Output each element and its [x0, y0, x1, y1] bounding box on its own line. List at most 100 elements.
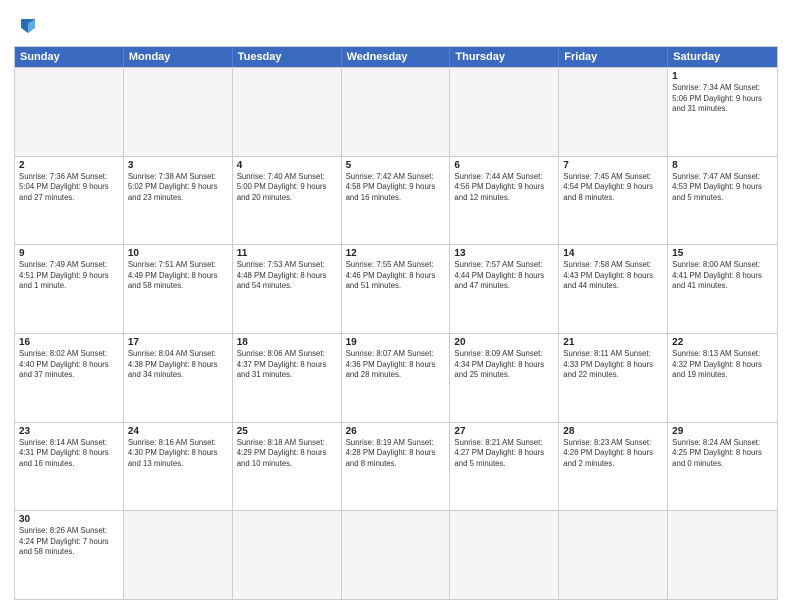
calendar-cell: 26Sunrise: 8:19 AM Sunset: 4:28 PM Dayli… — [342, 423, 451, 511]
day-number: 16 — [19, 337, 119, 348]
day-number: 17 — [128, 337, 228, 348]
weekday-header-monday: Monday — [124, 47, 233, 67]
calendar-cell: 20Sunrise: 8:09 AM Sunset: 4:34 PM Dayli… — [450, 334, 559, 422]
day-info: Sunrise: 7:57 AM Sunset: 4:44 PM Dayligh… — [454, 260, 554, 292]
day-info: Sunrise: 8:26 AM Sunset: 4:24 PM Dayligh… — [19, 526, 119, 558]
day-number: 15 — [672, 248, 773, 259]
calendar-week-3: 9Sunrise: 7:49 AM Sunset: 4:51 PM Daylig… — [15, 244, 777, 333]
day-number: 5 — [346, 160, 446, 171]
day-info: Sunrise: 8:04 AM Sunset: 4:38 PM Dayligh… — [128, 349, 228, 381]
day-info: Sunrise: 7:36 AM Sunset: 5:04 PM Dayligh… — [19, 172, 119, 204]
day-number: 1 — [672, 71, 773, 82]
calendar-week-2: 2Sunrise: 7:36 AM Sunset: 5:04 PM Daylig… — [15, 156, 777, 245]
calendar-cell: 28Sunrise: 8:23 AM Sunset: 4:26 PM Dayli… — [559, 423, 668, 511]
calendar-cell: 27Sunrise: 8:21 AM Sunset: 4:27 PM Dayli… — [450, 423, 559, 511]
day-number: 27 — [454, 426, 554, 437]
weekday-header-thursday: Thursday — [450, 47, 559, 67]
day-number: 4 — [237, 160, 337, 171]
day-number: 12 — [346, 248, 446, 259]
calendar-cell: 11Sunrise: 7:53 AM Sunset: 4:48 PM Dayli… — [233, 245, 342, 333]
calendar-cell: 5Sunrise: 7:42 AM Sunset: 4:58 PM Daylig… — [342, 157, 451, 245]
day-number: 25 — [237, 426, 337, 437]
calendar-cell: 23Sunrise: 8:14 AM Sunset: 4:31 PM Dayli… — [15, 423, 124, 511]
day-info: Sunrise: 8:14 AM Sunset: 4:31 PM Dayligh… — [19, 438, 119, 470]
day-info: Sunrise: 7:58 AM Sunset: 4:43 PM Dayligh… — [563, 260, 663, 292]
calendar-cell — [450, 68, 559, 156]
calendar-cell — [559, 68, 668, 156]
day-info: Sunrise: 8:00 AM Sunset: 4:41 PM Dayligh… — [672, 260, 773, 292]
day-info: Sunrise: 7:40 AM Sunset: 5:00 PM Dayligh… — [237, 172, 337, 204]
calendar-cell: 12Sunrise: 7:55 AM Sunset: 4:46 PM Dayli… — [342, 245, 451, 333]
day-number: 7 — [563, 160, 663, 171]
calendar-cell: 10Sunrise: 7:51 AM Sunset: 4:49 PM Dayli… — [124, 245, 233, 333]
calendar-cell — [124, 68, 233, 156]
day-info: Sunrise: 8:19 AM Sunset: 4:28 PM Dayligh… — [346, 438, 446, 470]
weekday-header-friday: Friday — [559, 47, 668, 67]
calendar-cell: 17Sunrise: 8:04 AM Sunset: 4:38 PM Dayli… — [124, 334, 233, 422]
day-number: 6 — [454, 160, 554, 171]
day-number: 26 — [346, 426, 446, 437]
calendar-cell — [668, 511, 777, 599]
calendar-cell — [342, 68, 451, 156]
day-number: 30 — [19, 514, 119, 525]
day-number: 18 — [237, 337, 337, 348]
day-info: Sunrise: 8:07 AM Sunset: 4:36 PM Dayligh… — [346, 349, 446, 381]
day-number: 9 — [19, 248, 119, 259]
calendar-cell: 22Sunrise: 8:13 AM Sunset: 4:32 PM Dayli… — [668, 334, 777, 422]
day-info: Sunrise: 8:18 AM Sunset: 4:29 PM Dayligh… — [237, 438, 337, 470]
calendar-cell — [15, 68, 124, 156]
calendar-cell: 9Sunrise: 7:49 AM Sunset: 4:51 PM Daylig… — [15, 245, 124, 333]
day-number: 21 — [563, 337, 663, 348]
calendar-cell — [450, 511, 559, 599]
day-number: 24 — [128, 426, 228, 437]
day-info: Sunrise: 8:24 AM Sunset: 4:25 PM Dayligh… — [672, 438, 773, 470]
calendar-header: SundayMondayTuesdayWednesdayThursdayFrid… — [15, 47, 777, 67]
calendar-cell: 29Sunrise: 8:24 AM Sunset: 4:25 PM Dayli… — [668, 423, 777, 511]
weekday-header-saturday: Saturday — [668, 47, 777, 67]
day-number: 29 — [672, 426, 773, 437]
calendar-cell — [124, 511, 233, 599]
day-info: Sunrise: 7:42 AM Sunset: 4:58 PM Dayligh… — [346, 172, 446, 204]
weekday-header-tuesday: Tuesday — [233, 47, 342, 67]
weekday-header-sunday: Sunday — [15, 47, 124, 67]
day-info: Sunrise: 8:23 AM Sunset: 4:26 PM Dayligh… — [563, 438, 663, 470]
calendar-cell — [233, 511, 342, 599]
day-info: Sunrise: 8:21 AM Sunset: 4:27 PM Dayligh… — [454, 438, 554, 470]
logo — [14, 12, 46, 40]
calendar-cell: 15Sunrise: 8:00 AM Sunset: 4:41 PM Dayli… — [668, 245, 777, 333]
calendar-week-6: 30Sunrise: 8:26 AM Sunset: 4:24 PM Dayli… — [15, 510, 777, 599]
day-number: 14 — [563, 248, 663, 259]
day-number: 23 — [19, 426, 119, 437]
calendar: SundayMondayTuesdayWednesdayThursdayFrid… — [14, 46, 778, 600]
calendar-cell: 3Sunrise: 7:38 AM Sunset: 5:02 PM Daylig… — [124, 157, 233, 245]
day-info: Sunrise: 7:45 AM Sunset: 4:54 PM Dayligh… — [563, 172, 663, 204]
weekday-header-wednesday: Wednesday — [342, 47, 451, 67]
calendar-cell: 2Sunrise: 7:36 AM Sunset: 5:04 PM Daylig… — [15, 157, 124, 245]
calendar-cell — [342, 511, 451, 599]
calendar-cell: 25Sunrise: 8:18 AM Sunset: 4:29 PM Dayli… — [233, 423, 342, 511]
day-info: Sunrise: 7:53 AM Sunset: 4:48 PM Dayligh… — [237, 260, 337, 292]
calendar-cell: 24Sunrise: 8:16 AM Sunset: 4:30 PM Dayli… — [124, 423, 233, 511]
day-info: Sunrise: 8:13 AM Sunset: 4:32 PM Dayligh… — [672, 349, 773, 381]
day-number: 19 — [346, 337, 446, 348]
calendar-cell: 30Sunrise: 8:26 AM Sunset: 4:24 PM Dayli… — [15, 511, 124, 599]
day-info: Sunrise: 8:02 AM Sunset: 4:40 PM Dayligh… — [19, 349, 119, 381]
calendar-week-1: 1Sunrise: 7:34 AM Sunset: 5:06 PM Daylig… — [15, 67, 777, 156]
calendar-cell: 1Sunrise: 7:34 AM Sunset: 5:06 PM Daylig… — [668, 68, 777, 156]
day-number: 3 — [128, 160, 228, 171]
day-info: Sunrise: 7:49 AM Sunset: 4:51 PM Dayligh… — [19, 260, 119, 292]
calendar-week-4: 16Sunrise: 8:02 AM Sunset: 4:40 PM Dayli… — [15, 333, 777, 422]
day-number: 8 — [672, 160, 773, 171]
day-number: 28 — [563, 426, 663, 437]
day-info: Sunrise: 7:51 AM Sunset: 4:49 PM Dayligh… — [128, 260, 228, 292]
day-number: 11 — [237, 248, 337, 259]
day-info: Sunrise: 8:16 AM Sunset: 4:30 PM Dayligh… — [128, 438, 228, 470]
calendar-cell: 8Sunrise: 7:47 AM Sunset: 4:53 PM Daylig… — [668, 157, 777, 245]
day-info: Sunrise: 7:44 AM Sunset: 4:56 PM Dayligh… — [454, 172, 554, 204]
calendar-cell: 4Sunrise: 7:40 AM Sunset: 5:00 PM Daylig… — [233, 157, 342, 245]
day-info: Sunrise: 7:47 AM Sunset: 4:53 PM Dayligh… — [672, 172, 773, 204]
calendar-cell: 6Sunrise: 7:44 AM Sunset: 4:56 PM Daylig… — [450, 157, 559, 245]
calendar-cell: 19Sunrise: 8:07 AM Sunset: 4:36 PM Dayli… — [342, 334, 451, 422]
day-number: 10 — [128, 248, 228, 259]
day-number: 22 — [672, 337, 773, 348]
